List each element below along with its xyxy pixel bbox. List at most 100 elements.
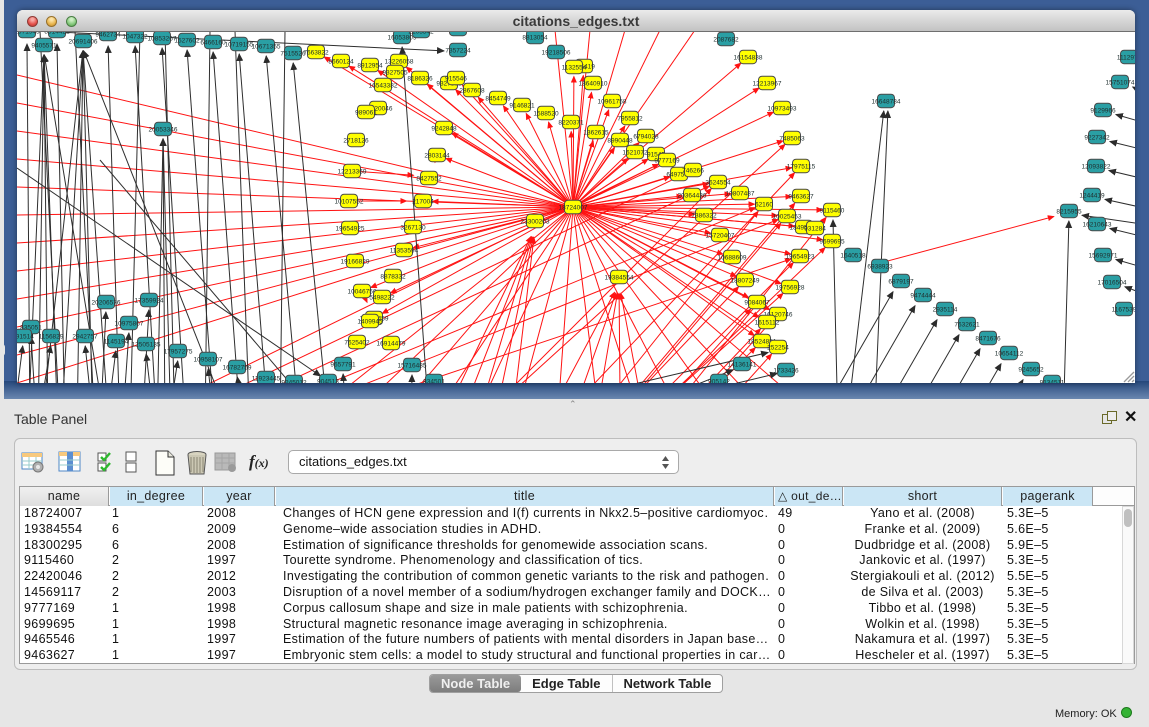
svg-text:1615112: 1615112 [755, 320, 780, 327]
svg-text:7663822: 7663822 [303, 50, 329, 57]
svg-text:8813054: 8813054 [522, 35, 548, 42]
svg-text:3267130: 3267130 [400, 225, 426, 232]
svg-text:7632621: 7632621 [954, 322, 980, 329]
svg-text:8215955: 8215955 [1056, 209, 1082, 216]
svg-text:15692971: 15692971 [1089, 253, 1118, 260]
svg-text:1047322: 1047322 [122, 34, 148, 41]
svg-text:10688609: 10688609 [718, 255, 747, 262]
svg-text:10671355: 10671355 [252, 44, 281, 51]
svg-text:10973493: 10973493 [768, 106, 797, 113]
svg-text:8914422: 8914422 [44, 32, 70, 36]
svg-text:7386322: 7386322 [691, 213, 717, 220]
svg-text:9129966: 9129966 [1090, 108, 1116, 115]
svg-text:12213967: 12213967 [753, 81, 782, 88]
svg-text:9245652: 9245652 [1018, 367, 1044, 374]
svg-text:2803144: 2803144 [424, 153, 450, 160]
svg-text:10025453: 10025453 [773, 214, 802, 221]
svg-text:10975867: 10975867 [115, 321, 144, 328]
svg-text:18640910: 18640910 [579, 81, 608, 88]
svg-text:2087682: 2087682 [713, 37, 739, 44]
svg-text:834501: 834501 [423, 379, 445, 384]
svg-text:1145194: 1145194 [104, 339, 129, 346]
svg-text:1621072: 1621072 [622, 150, 648, 157]
svg-text:20364436: 20364436 [678, 193, 707, 200]
svg-text:19654923: 19654923 [786, 254, 815, 261]
svg-text:8660124: 8660124 [328, 59, 354, 66]
svg-text:6466160: 6466160 [200, 40, 226, 47]
svg-text:17016504: 17016504 [1098, 280, 1127, 287]
svg-text:20691406: 20691406 [69, 39, 98, 46]
svg-text:7485063: 7485063 [779, 136, 805, 143]
svg-text:11353594: 11353594 [390, 248, 419, 255]
svg-text:2867608: 2867608 [459, 88, 485, 95]
svg-text:9327505: 9327505 [382, 70, 408, 77]
svg-text:19756928: 19756928 [776, 285, 805, 292]
svg-text:8427552: 8427552 [416, 176, 442, 183]
svg-text:10719155: 10719155 [225, 42, 254, 49]
svg-text:16154838: 16154838 [734, 55, 763, 62]
svg-text:915546: 915546 [445, 76, 467, 83]
svg-text:252254: 252254 [767, 345, 789, 352]
svg-text:7515526: 7515526 [280, 51, 306, 58]
svg-text:6879197: 6879197 [888, 279, 914, 286]
svg-text:8220371: 8220371 [558, 120, 584, 127]
svg-text:10107552: 10107552 [335, 199, 364, 206]
svg-text:1112973: 1112973 [1117, 55, 1135, 62]
svg-text:8471676: 8471676 [975, 336, 1001, 343]
svg-text:17975115: 17975115 [787, 164, 816, 171]
svg-text:1588520: 1588520 [533, 111, 559, 118]
svg-text:934512: 934512 [447, 32, 469, 34]
svg-text:18724007: 18724007 [559, 205, 588, 212]
svg-text:9474444: 9474444 [910, 293, 936, 300]
svg-text:17359924: 17359924 [135, 298, 164, 305]
svg-text:12213369: 12213369 [338, 169, 367, 176]
svg-text:1156829: 1156829 [39, 334, 64, 341]
svg-text:19654925: 19654925 [336, 226, 365, 233]
svg-text:9699695: 9699695 [819, 239, 845, 246]
svg-text:9405571: 9405571 [31, 43, 57, 50]
svg-text:1640518: 1640518 [840, 253, 866, 260]
svg-text:746266: 746266 [682, 168, 704, 175]
svg-text:7357224: 7357224 [445, 48, 471, 55]
svg-text:9777169: 9777169 [654, 158, 680, 165]
svg-text:1132554: 1132554 [562, 65, 587, 72]
svg-text:10853267: 10853267 [148, 36, 177, 43]
svg-text:2942757: 2942757 [72, 334, 98, 341]
svg-text:10961758: 10961758 [598, 99, 627, 106]
svg-text:1167539: 1167539 [1112, 307, 1135, 314]
svg-text:16648784: 16648784 [872, 99, 901, 106]
svg-text:13226058: 13226058 [385, 59, 414, 66]
svg-text:2718126: 2718126 [343, 138, 369, 145]
svg-text:9242848: 9242848 [431, 126, 457, 133]
svg-text:9115460: 9115460 [820, 208, 845, 215]
svg-text:19384554: 19384554 [605, 275, 634, 282]
svg-text:8990448: 8990448 [607, 138, 633, 145]
svg-text:10958107: 10958107 [194, 357, 223, 364]
svg-text:12505135: 12505135 [132, 342, 161, 349]
svg-text:1527602: 1527602 [174, 38, 200, 45]
svg-text:905142: 905142 [708, 379, 730, 384]
svg-text:15751074: 15751074 [1106, 80, 1135, 87]
svg-text:9245012: 9245012 [281, 380, 307, 384]
svg-text:16914479: 16914479 [377, 341, 406, 348]
svg-text:9462734: 9462734 [95, 32, 121, 39]
svg-text:20206576: 20206576 [92, 300, 121, 307]
svg-text:16543382: 16543382 [369, 83, 398, 90]
svg-text:9146821: 9146821 [509, 103, 535, 110]
svg-text:15720407: 15720407 [706, 233, 735, 240]
svg-text:16782759: 16782759 [223, 365, 252, 372]
svg-text:9227342: 9227342 [1084, 135, 1110, 142]
svg-text:9657791: 9657791 [330, 362, 356, 369]
svg-text:2105342: 2105342 [408, 32, 434, 36]
svg-text:9134511: 9134511 [1040, 380, 1065, 384]
svg-text:9463627: 9463627 [788, 194, 814, 201]
svg-text:10654112: 10654112 [995, 351, 1024, 358]
svg-text:391514: 391514 [17, 334, 34, 341]
svg-text:17957275: 17957275 [164, 349, 193, 356]
svg-text:3624554: 3624554 [705, 180, 731, 187]
svg-text:10807487: 10807487 [726, 191, 755, 198]
svg-text:8878332: 8878332 [380, 274, 406, 281]
svg-text:16210643: 16210643 [1083, 222, 1112, 229]
svg-text:8912954: 8912954 [357, 63, 383, 70]
svg-text:2935114: 2935114 [933, 307, 958, 314]
